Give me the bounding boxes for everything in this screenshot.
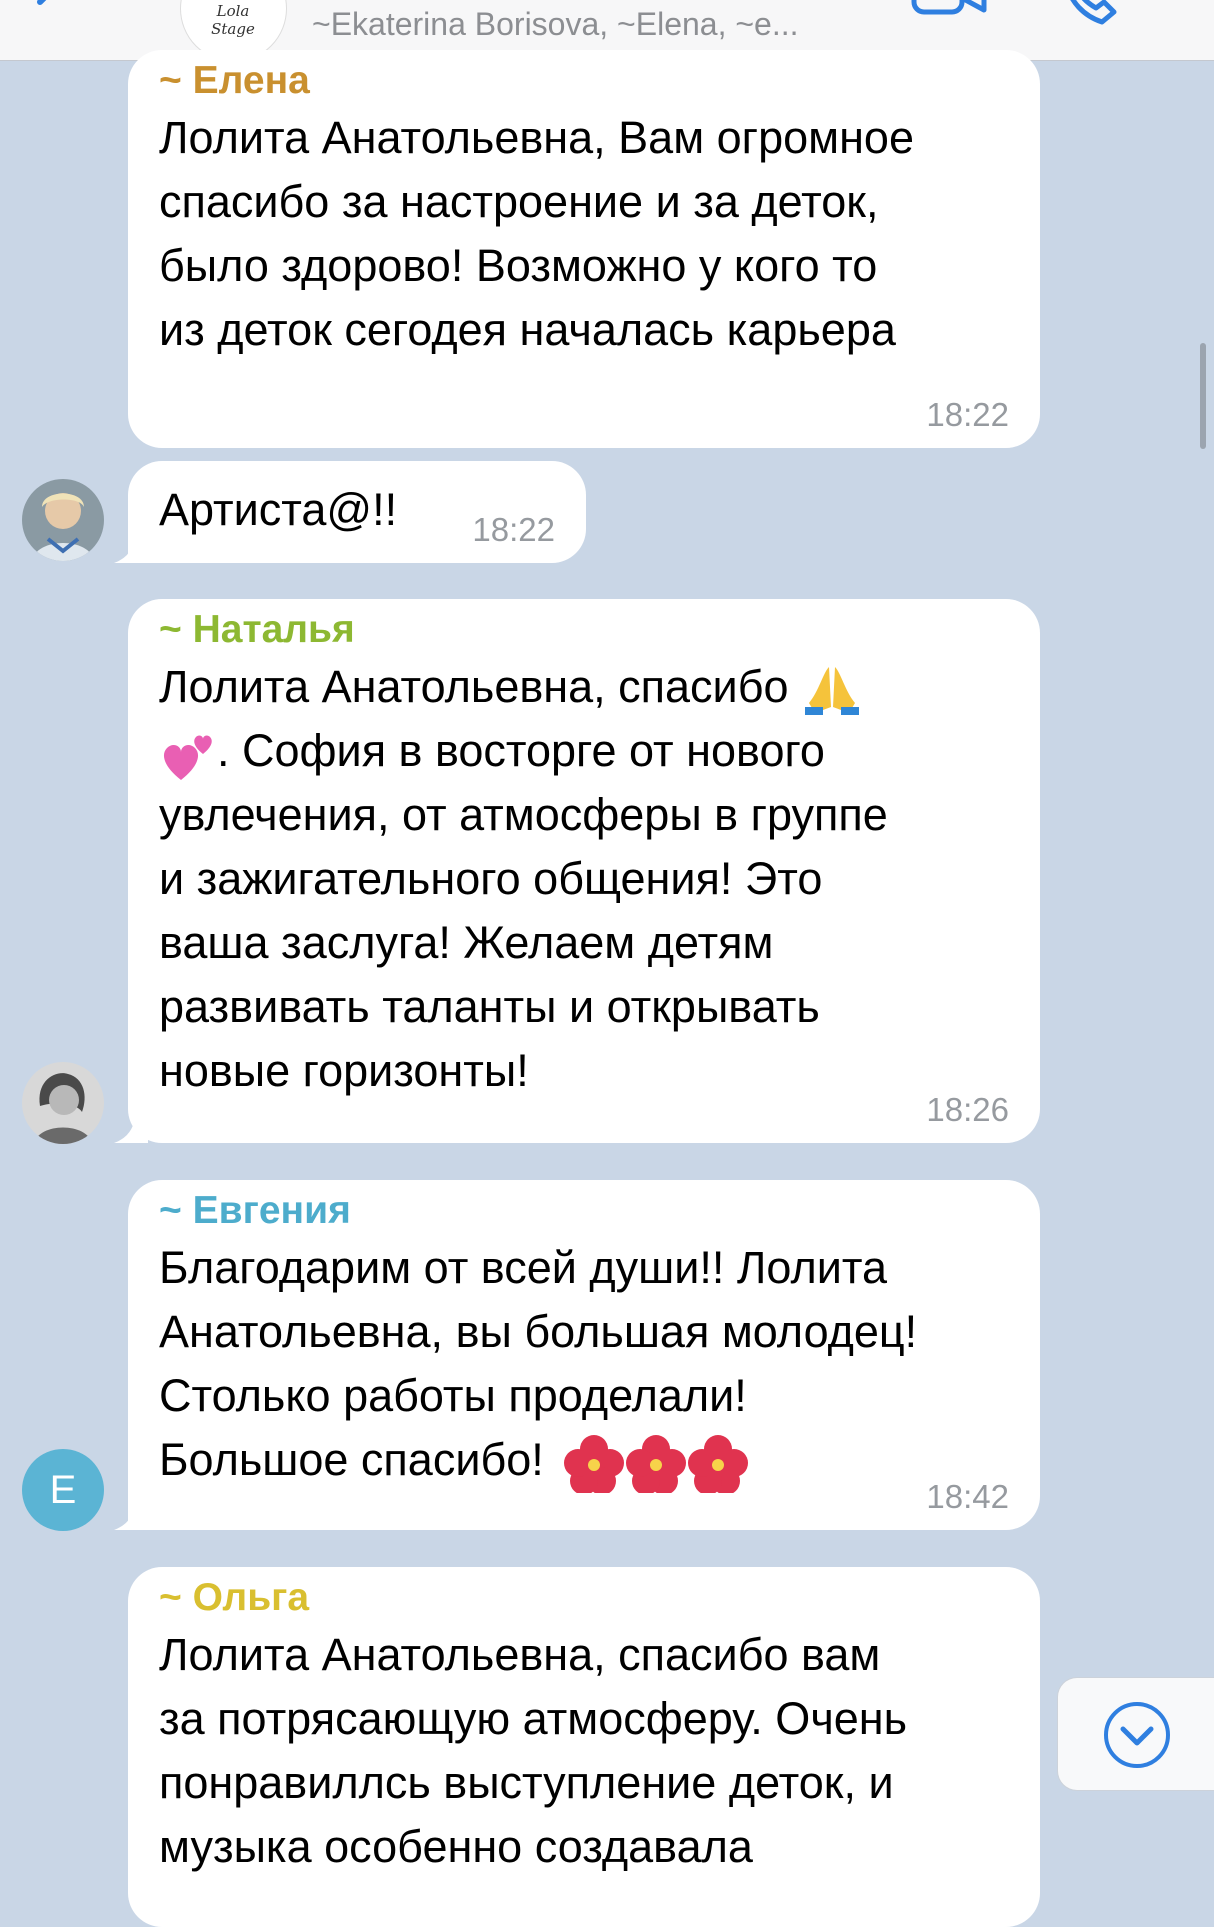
message-line: музыка особенно создавала [159,1821,753,1872]
message-line: Большое спасибо! [159,1428,1004,1494]
message-line: Благодарим от всей души!! Лолита [159,1242,887,1293]
message-line-text: Большое спасибо! [159,1434,544,1485]
message-bubble[interactable]: ~ Ольга Лолита Анатольевна, спасибо вам … [128,1567,1040,1927]
sender-name: ~ Наталья [159,608,355,651]
avatar-elena[interactable] [22,479,104,561]
message-line: спасибо за настроение и за деток, [159,176,879,227]
message-line: понравиллсь выступление деток, и [159,1757,894,1808]
message-line: увлечения, от атмосферы в группе [159,789,888,840]
message-line: . София в восторге от нового [159,719,1004,783]
message-text: Лолита Анатольевна, спасибо . София в во… [159,655,1004,1103]
message-line-text: Лолита Анатольевна, спасибо [159,661,789,712]
message-line: Лолита Анатольевна, спасибо вам [159,1629,881,1680]
message-line-text: . София в восторге от нового [217,725,825,776]
bubble-tail [114,1107,148,1143]
message-time: 18:22 [472,511,555,548]
chat-members-subtitle[interactable]: ~Ekaterina Borisova, ~Elena, ~e... [312,6,799,43]
video-call-icon[interactable] [910,0,990,25]
chevron-down-circle-icon [1104,1702,1170,1768]
message-text: Благодарим от всей души!! Лолита Анатоль… [159,1236,1004,1494]
message-line: Анатольевна, вы большая молодец! [159,1306,918,1357]
sender-name: ~ Ольга [159,1576,310,1619]
phone-icon[interactable] [1058,0,1128,27]
message-bubble[interactable]: ~ Елена Лолита Анатольевна, Вам огромное… [128,50,1040,448]
sender-name: ~ Елена [159,59,310,102]
message-line: Лолита Анатольевна, Вам огромное [159,112,914,163]
message-line: Столько работы проделали! [159,1370,747,1421]
message-text: Лолита Анатольевна, спасибо вам за потря… [159,1623,1004,1879]
back-chevron-icon[interactable] [20,0,80,42]
message-line: за потрясающую атмосферу. Очень [159,1693,908,1744]
two-hearts-emoji [163,735,212,781]
message-time: 18:42 [926,1478,1009,1515]
sender-name: ~ Евгения [159,1189,351,1232]
avatar-natalya[interactable] [22,1062,104,1144]
folded-hands-emoji [805,667,860,716]
message-line: новые горизонты! [159,1045,529,1096]
message-line: было здорово! Возможно у кого то [159,240,878,291]
message-line: и зажигательного общения! Это [159,853,823,904]
message-bubble[interactable]: ~ Наталья Лолита Анатольевна, спасибо . … [128,599,1040,1143]
message-line: из деток сегодея началась карьера [159,304,896,355]
message-line: развивать таланты и открывать [159,981,820,1032]
message-bubble[interactable]: Артиста@!! 18:22 [128,461,586,563]
group-logo: Lola Stage [211,2,255,38]
scrollbar[interactable] [1200,343,1206,449]
message-line: ваша заслуга! Желаем детям [159,917,774,968]
scroll-down-button[interactable] [1057,1677,1214,1791]
avatar-evgenia[interactable]: E [22,1449,104,1531]
hibiscus-emoji [564,1435,749,1494]
message-time: 18:22 [926,396,1009,433]
message-text: Лолита Анатольевна, Вам огромное спасибо… [159,106,1004,362]
message-line: Лолита Анатольевна, спасибо [159,655,1004,719]
message-bubble[interactable]: ~ Евгения Благодарим от всей души!! Лоли… [128,1180,1040,1530]
bubble-tail [114,1494,148,1530]
avatar-letter: E [49,1468,77,1512]
message-time: 18:26 [926,1091,1009,1128]
